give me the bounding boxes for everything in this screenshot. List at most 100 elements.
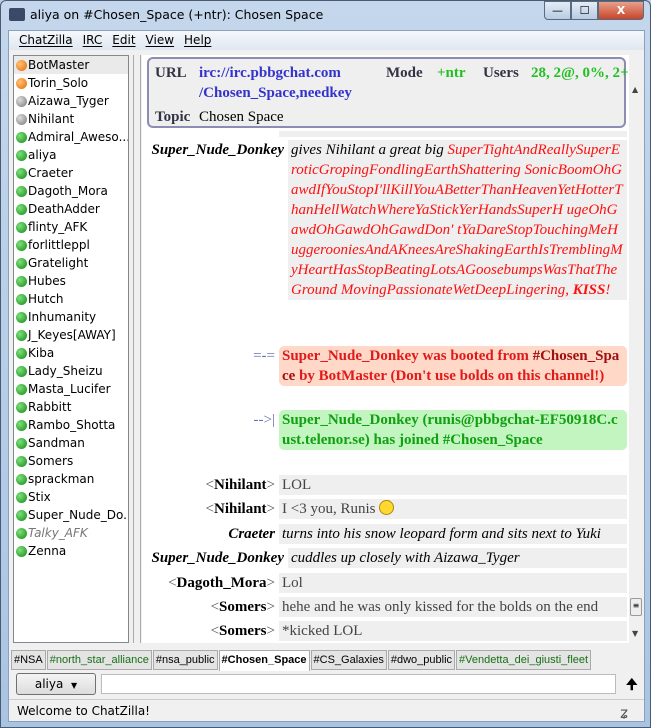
user-list-item[interactable]: Gratelight [14,254,128,272]
user-list-item[interactable]: Torin_Solo [14,74,128,92]
tab-channel[interactable]: #NSA [11,650,46,670]
user-list-item[interactable]: Rambo_Shotta [14,416,128,434]
title-bar: aliya on #Chosen_Space (+ntr): Chosen Sp… [9,7,323,22]
user-list-item[interactable]: Inhumanity [14,308,128,326]
message-row: Craeter turns into his snow leopard form… [142,524,627,544]
message-text: I <3 you, Runis [279,499,627,519]
message-nick[interactable]: Craeter [142,524,279,544]
user-status-icon [16,455,27,467]
user-list-item[interactable]: Kiba [14,344,128,362]
nickname-button[interactable]: aliya ▼ [16,673,96,695]
tab-channel[interactable]: #CS_Galaxies [310,650,387,670]
tab-channel[interactable]: #nsa_public [152,650,218,670]
user-status-icon [16,437,27,449]
user-status-icon [16,293,27,305]
message-text: LOL [279,475,627,495]
menu-view[interactable]: View [141,31,179,50]
user-status-icon [16,167,27,179]
window-title: aliya on #Chosen_Space (+ntr): Chosen Sp… [30,7,324,22]
user-status-icon [16,149,27,161]
user-list-item[interactable]: flinty_AFK [14,218,128,236]
chat-scrollbar[interactable]: ▲ ≡ ▼ [629,55,643,643]
user-list-item[interactable]: forlittleppl [14,236,128,254]
minimize-button[interactable]: — [544,1,571,20]
user-name: flinty_AFK [28,220,88,234]
message-text: hehe and he was only kissed for the bold… [279,597,627,617]
url-link-line2[interactable]: /Chosen_Space,needkey [199,85,352,102]
user-list-item[interactable]: Hubes [14,272,128,290]
message-nick[interactable]: Super_Nude_Donkey [142,548,288,568]
tab-channel[interactable]: #Chosen_Space [218,650,310,671]
menu-irc[interactable]: IRC [78,31,108,50]
message-nick[interactable]: <Somers> [142,621,279,641]
message-nick[interactable]: <Nihilant> [142,475,279,495]
scrollbar-thumb[interactable]: ≡ [630,598,642,616]
message-row: <Dagoth_Mora> Lol [142,573,627,593]
user-list-item[interactable]: Admiral_Aweso... [14,128,128,146]
message-nick[interactable]: <Somers> [142,597,279,617]
user-list[interactable]: BotMaster Torin_Solo Aizawa_Tyger Nihilant A… [13,55,129,643]
chat-output: URL irc://irc.pbbgchat.com /Chosen_Space… [142,55,629,643]
tab-channel[interactable]: #Vendetta_dei_giusti_fleet [456,650,592,670]
user-name: DeathAdder [28,202,100,216]
user-list-item[interactable]: Aizawa_Tyger [14,92,128,110]
user-list-item[interactable]: Nihilant [14,110,128,128]
user-name: Rambo_Shotta [28,418,116,432]
user-name: sprackman [28,472,95,486]
user-list-item[interactable]: Masta_Lucifer [14,380,128,398]
url-link-line1[interactable]: irc://irc.pbbgchat.com [199,65,341,82]
smiley-icon [379,500,395,515]
user-name: Hubes [28,274,66,288]
menu-chatzilla[interactable]: ChatZilla [14,31,78,50]
menu-help[interactable]: Help [179,31,216,50]
user-name: Hutch [28,292,64,306]
user-list-item[interactable]: Hutch [14,290,128,308]
user-name: Kiba [28,346,55,360]
user-list-item[interactable]: Somers [14,452,128,470]
user-list-item[interactable]: Dagoth_Mora [14,182,128,200]
user-list-item[interactable]: Talky_AFK [14,524,128,542]
user-status-icon [16,59,27,71]
status-bar: Welcome to ChatZilla! ʑ [9,699,644,722]
message-nick[interactable]: Super_Nude_Donkey [142,140,288,300]
multiline-toggle-icon[interactable]: 🠉 [626,674,638,698]
user-status-icon [16,311,27,323]
tab-channel[interactable]: #north_star_alliance [46,650,152,670]
message-text: cuddles up closely with Aizawa_Tyger [288,548,627,568]
user-list-item[interactable]: sprackman [14,470,128,488]
user-name: BotMaster [28,58,90,72]
user-status-icon [16,347,27,359]
message-input[interactable] [101,674,616,694]
user-status-icon [16,509,27,521]
maximize-button[interactable]: ☐ [571,1,598,20]
user-name: Masta_Lucifer [28,382,111,396]
menu-edit[interactable]: Edit [107,31,140,50]
user-list-item[interactable]: Rabbitt [14,398,128,416]
topic-value[interactable]: Chosen Space [199,109,284,126]
user-name: Aizawa_Tyger [28,94,109,108]
user-name: Dagoth_Mora [28,184,108,198]
scroll-up-icon[interactable]: ▲ [632,85,638,94]
user-list-item[interactable]: aliya [14,146,128,164]
user-status-icon [16,491,27,503]
tab-channel[interactable]: #dwo_public [387,650,456,670]
scroll-down-icon[interactable]: ▼ [632,629,638,638]
chatzilla-window: aliya on #Chosen_Space (+ntr): Chosen Sp… [0,0,651,728]
user-name: Zenna [28,544,67,558]
user-name: Torin_Solo [28,76,89,90]
user-list-item[interactable]: Stix [14,488,128,506]
user-list-item[interactable]: Lady_Sheizu [14,362,128,380]
mode-label: Mode [386,65,423,81]
user-list-item[interactable]: DeathAdder [14,200,128,218]
user-list-item[interactable]: Super_Nude_Do... [14,506,128,524]
user-list-item[interactable]: Zenna [14,542,128,560]
message-nick[interactable]: <Nihilant> [142,499,279,519]
user-list-item[interactable]: Sandman [14,434,128,452]
message-nick[interactable]: <Dagoth_Mora> [142,573,279,593]
user-list-item[interactable]: BotMaster [14,56,128,74]
splitter[interactable] [133,55,141,643]
user-list-item[interactable]: Craeter [14,164,128,182]
user-list-item[interactable]: J_Keyes[AWAY] [14,326,128,344]
close-button[interactable]: X [598,1,644,20]
message-text: gives Nihilant a great big SuperTightAnd… [288,140,627,300]
